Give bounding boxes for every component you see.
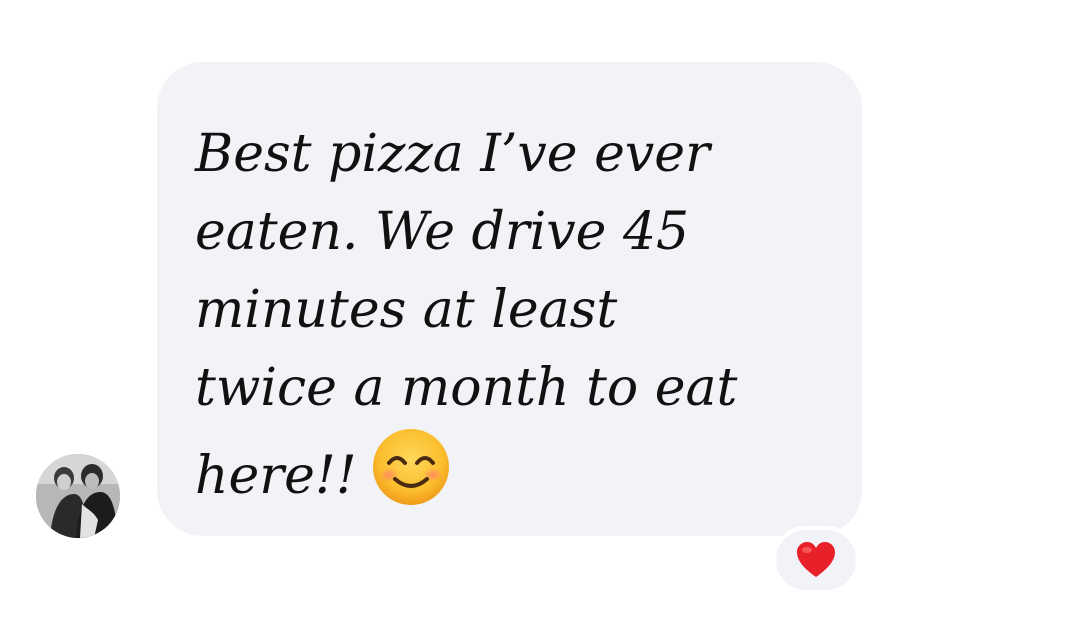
message-line: eaten. We drive 45	[195, 202, 690, 262]
message-line-last: here!!	[195, 427, 835, 515]
smiling-face-with-smiling-eyes-icon	[372, 429, 449, 505]
message-thread: Best pizza I’ve ever eaten. We drive 45 …	[0, 0, 1080, 620]
message-line-text: here!!	[195, 446, 357, 506]
message-bubble[interactable]: Best pizza I’ve ever eaten. We drive 45 …	[157, 62, 862, 536]
reaction-badge[interactable]	[772, 526, 860, 594]
message-text: Best pizza I’ve ever eaten. We drive 45 …	[195, 115, 835, 515]
avatar[interactable]	[36, 454, 120, 538]
avatar-photo-icon	[36, 454, 120, 538]
message-line: Best pizza I’ve ever	[195, 124, 710, 184]
message-line: minutes at least	[195, 280, 618, 340]
red-heart-icon	[797, 542, 835, 577]
message-line: twice a month to eat	[195, 358, 738, 418]
